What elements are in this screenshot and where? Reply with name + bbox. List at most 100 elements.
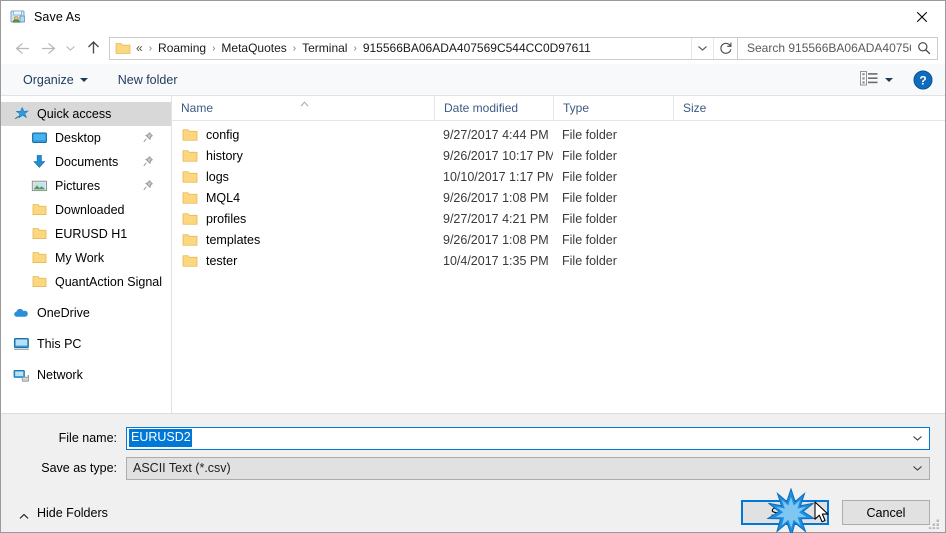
desktop-icon [31, 130, 48, 146]
breadcrumb-lead[interactable]: « [135, 41, 146, 55]
breadcrumb-sep: › [292, 42, 297, 54]
chevron-down-icon[interactable] [905, 458, 929, 479]
file-type-cell: File folder [562, 253, 617, 268]
save-as-dialog: Save As « › Roaming › MetaQuotes › Termi… [0, 0, 946, 533]
close-button[interactable] [899, 1, 945, 32]
column-header-type[interactable]: Type [553, 96, 673, 120]
view-mode-button[interactable] [854, 68, 899, 92]
column-header-row: Name Date modified Type Size [172, 96, 945, 121]
forward-button[interactable] [35, 36, 61, 60]
thispc-icon [13, 336, 30, 352]
sidebar-item-label: Network [37, 368, 83, 382]
sidebar-item-network[interactable]: Network [1, 363, 171, 387]
file-name-label: tester [206, 253, 238, 268]
file-name-label: config [206, 127, 240, 142]
folder-icon [31, 202, 48, 218]
file-name-cell: history [172, 149, 434, 163]
organize-button[interactable]: Organize [15, 69, 96, 91]
file-name-cell: templates [172, 233, 434, 247]
file-type-cell: File folder [562, 169, 617, 184]
sidebar-item-documents[interactable]: Documents [1, 150, 171, 174]
up-button[interactable] [80, 36, 106, 60]
back-button[interactable] [9, 36, 35, 60]
sidebar-item-eurusd-h1[interactable]: EURUSD H1 [1, 222, 171, 246]
file-name-cell: tester [172, 254, 434, 268]
new-folder-button[interactable]: New folder [110, 69, 186, 91]
folder-icon [31, 226, 48, 242]
help-button[interactable]: ? [913, 70, 933, 90]
dialog-footer: File name: EURUSD2 Save as type: ASCII T… [1, 414, 945, 532]
table-row[interactable]: MQL4 9/26/2017 1:08 PM File folder [172, 187, 945, 208]
hide-folders-button[interactable]: Hide Folders [11, 506, 108, 520]
table-row[interactable]: profiles 9/27/2017 4:21 PM File folder [172, 208, 945, 229]
onedrive-icon [13, 305, 30, 321]
address-bar[interactable]: « › Roaming › MetaQuotes › Terminal › 91… [109, 36, 738, 60]
sidebar-item-desktop[interactable]: Desktop [1, 126, 171, 150]
file-type-cell: File folder [562, 148, 617, 163]
file-date-cell: 9/27/2017 4:44 PM [443, 127, 549, 142]
file-date-cell: 9/26/2017 1:08 PM [443, 232, 549, 247]
sidebar-item-quantaction-signal[interactable]: QuantAction Signal [1, 270, 171, 294]
column-header-size[interactable]: Size [673, 96, 753, 120]
file-name-input[interactable]: EURUSD2 [126, 426, 930, 450]
chevron-down-icon [885, 77, 893, 82]
resize-grip[interactable] [928, 516, 941, 530]
title-bar: Save As [1, 1, 945, 32]
table-row[interactable]: config 9/27/2017 4:44 PM File folder [172, 124, 945, 145]
cancel-button[interactable]: Cancel [842, 500, 930, 525]
file-name-cell: profiles [172, 212, 434, 226]
column-header-label: Name [181, 101, 214, 115]
breadcrumb-item-roaming[interactable]: Roaming [155, 41, 209, 55]
search-box[interactable] [738, 36, 938, 60]
recent-locations-button[interactable] [61, 36, 80, 60]
refresh-icon[interactable] [713, 37, 737, 59]
breadcrumb-sep: › [148, 42, 153, 54]
sidebar-item-label: My Work [55, 251, 105, 265]
dialog-body: Quick access Desktop Documents Pictures … [1, 96, 945, 414]
network-icon [13, 367, 30, 383]
file-type-cell: File folder [562, 190, 617, 205]
file-date-cell: 10/4/2017 1:35 PM [443, 253, 549, 268]
column-header-name[interactable]: Name [172, 96, 434, 120]
chevron-down-icon[interactable] [691, 37, 713, 59]
breadcrumb-item-terminal[interactable]: Terminal [299, 41, 350, 55]
breadcrumb-item-metaquotes[interactable]: MetaQuotes [218, 41, 289, 55]
folder-icon [182, 233, 198, 247]
sidebar-item-my-work[interactable]: My Work [1, 246, 171, 270]
file-name-label: File name: [58, 431, 117, 445]
address-bar-controls [691, 37, 737, 59]
breadcrumb-sep: › [212, 42, 216, 54]
save-as-icon [10, 9, 26, 25]
pictures-icon [31, 178, 48, 194]
navigation-bar: « › Roaming › MetaQuotes › Terminal › 91… [1, 32, 945, 64]
folder-icon [182, 170, 198, 184]
table-row[interactable]: history 9/26/2017 10:17 PM File folder [172, 145, 945, 166]
table-row[interactable]: logs 10/10/2017 1:17 PM File folder [172, 166, 945, 187]
sidebar-item-this-pc[interactable]: This PC [1, 332, 171, 356]
file-type-cell: File folder [562, 127, 617, 142]
navigation-pane: Quick access Desktop Documents Pictures … [1, 96, 172, 413]
sidebar-item-quick-access[interactable]: Quick access [1, 102, 171, 126]
chevron-down-icon[interactable] [905, 428, 929, 449]
save-button[interactable]: Save [741, 500, 829, 525]
column-header-date-modified[interactable]: Date modified [434, 96, 553, 120]
column-header-label: Size [683, 101, 707, 115]
breadcrumb-item-terminal-id[interactable]: 915566BA06ADA407569C544CC0D97611 [360, 41, 594, 55]
sidebar-item-onedrive[interactable]: OneDrive [1, 301, 171, 325]
file-name-cell: MQL4 [172, 191, 434, 205]
organize-label: Organize [23, 72, 74, 87]
file-name-label: profiles [206, 211, 247, 226]
sidebar-item-downloaded[interactable]: Downloaded [1, 198, 171, 222]
table-row[interactable]: tester 10/4/2017 1:35 PM File folder [172, 250, 945, 271]
column-header-label: Date modified [444, 101, 519, 115]
sidebar-item-label: Documents [55, 155, 119, 169]
sidebar-item-pictures[interactable]: Pictures [1, 174, 171, 198]
file-list-pane: Name Date modified Type Size config 9/27… [172, 96, 945, 413]
search-input[interactable] [745, 40, 913, 56]
list-details-icon [860, 70, 878, 89]
sidebar-item-label: Downloaded [55, 203, 125, 217]
table-row[interactable]: templates 9/26/2017 1:08 PM File folder [172, 229, 945, 250]
hide-folders-label: Hide Folders [37, 505, 108, 520]
save-as-type-select[interactable]: ASCII Text (*.csv) [126, 456, 930, 480]
file-name-cell: logs [172, 170, 434, 184]
